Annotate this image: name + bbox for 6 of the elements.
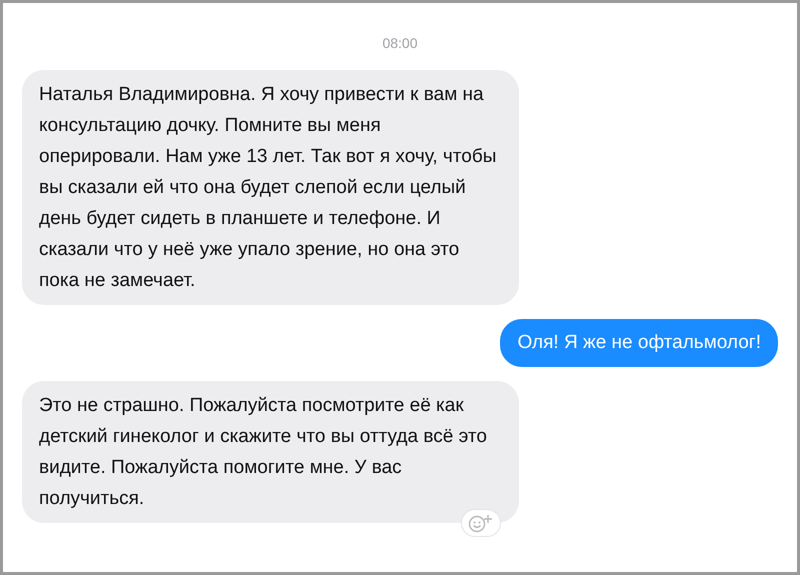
- message-text: Наталья Владимировна. Я хочу привести к вам на консультацию дочку. Помните вы меня оперировали. Нам уже 13 лет. Так вот я хочу, чтобы вы сказали ей что она будет слепой если целый день будет сидеть в планшете и телефоне. И сказали что у неё уже упало зрение, но она это пока не замечает.: [39, 84, 496, 291]
- add-reaction-button[interactable]: [461, 509, 501, 537]
- message-time: 08:00: [382, 34, 418, 53]
- smiley-plus-icon: [467, 513, 495, 533]
- message-text: Это не страшно. Пожалуйста посмотрите её как детский гинеколог и скажите что вы оттуда всё это видите. Пожалуйста помогите мне. У вас получиться.: [39, 395, 487, 509]
- message-text: Оля! Я же не офтальмолог!: [517, 332, 761, 353]
